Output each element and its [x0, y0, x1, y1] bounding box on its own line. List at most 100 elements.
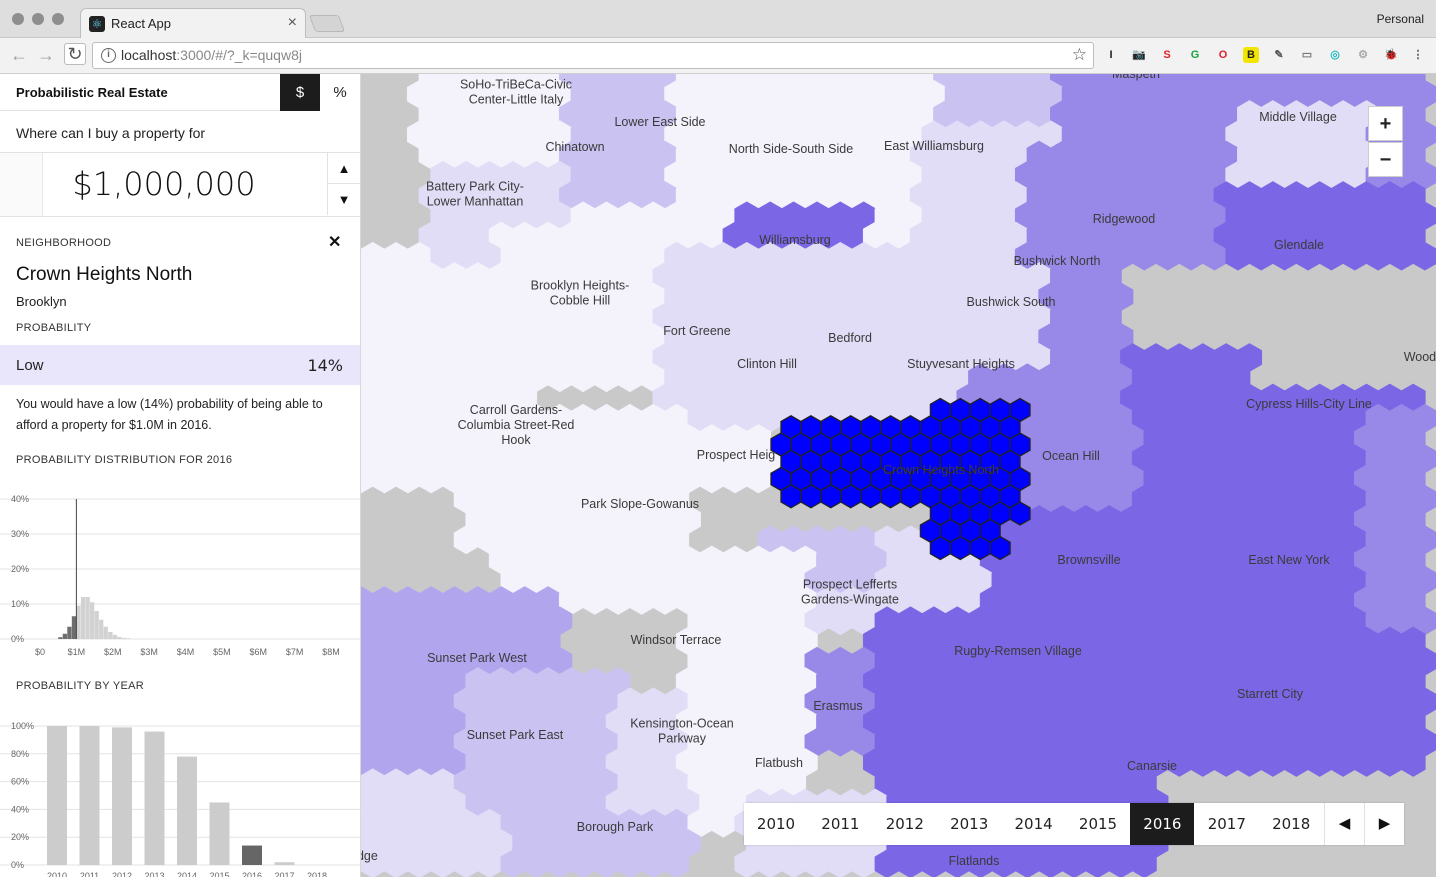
distribution-bar — [108, 632, 113, 639]
selected-hex-cell — [780, 484, 802, 509]
gear-icon[interactable]: ⚙ — [1355, 47, 1371, 63]
y-tick-label: 0% — [11, 860, 24, 870]
price-question: Where can I buy a property for — [16, 125, 206, 141]
neighborhood-label: NEIGHBORHOOD — [16, 237, 112, 249]
neighborhood-label: Bushwick North — [1014, 254, 1101, 268]
year-button-2014[interactable]: 2014 — [1002, 803, 1066, 845]
neighborhood-label: idge — [361, 849, 378, 863]
next-year-button[interactable]: ▶ — [1364, 803, 1404, 845]
x-tick-label: $3M — [140, 647, 158, 657]
neighborhood-label: Clinton Hill — [737, 357, 797, 371]
year-button-2012[interactable]: 2012 — [873, 803, 937, 845]
price-input[interactable]: $1,000,000 ▲ ▼ — [0, 152, 360, 217]
ext-i-icon[interactable]: I — [1103, 47, 1119, 63]
neighborhood-label: Maspeth — [1112, 74, 1160, 81]
price-input-gutter — [0, 153, 43, 216]
year-bar — [209, 802, 230, 865]
price-decrement-button[interactable]: ▼ — [327, 184, 360, 215]
menu-icon[interactable]: ⋮ — [1410, 47, 1426, 63]
distribution-bar — [76, 605, 81, 639]
x-tick-label: 2015 — [209, 871, 229, 877]
browser-toolbar: ← → ↻ i localhost:3000/#/?_k=quqw8j ☆ I 📷… — [0, 38, 1436, 74]
window-close-button[interactable] — [12, 13, 24, 25]
close-neighborhood-icon[interactable]: ✕ — [328, 232, 341, 252]
bookmark-star-icon[interactable]: ☆ — [1072, 45, 1087, 65]
hex-map-svg[interactable]: Maspeth SoHo-TriBeCa-Civic Center-Little I… — [361, 74, 1436, 877]
browser-tab[interactable]: ⚛ React App × — [80, 8, 306, 39]
x-tick-label: $2M — [104, 647, 122, 657]
price-increment-button[interactable]: ▲ — [327, 153, 360, 184]
neighborhood-label: Flatbush — [755, 756, 803, 770]
by-year-chart-svg: 0% 20% 40% 60% 80% 100% 2010 2011 2012 2013 2014 20… — [0, 721, 360, 877]
x-tick-label: $5M — [213, 647, 231, 657]
neighborhood-label: Starrett City — [1237, 687, 1304, 701]
dollar-mode-button[interactable]: $ — [280, 74, 320, 111]
distribution-bar — [94, 611, 99, 639]
neighborhood-label: Middle Village — [1259, 110, 1337, 124]
zoom-in-button[interactable]: + — [1368, 106, 1403, 141]
neighborhood-label: Ridgewood — [1093, 212, 1156, 226]
year-bar — [242, 845, 262, 865]
year-bar — [274, 862, 295, 865]
distribution-bar — [126, 638, 131, 639]
x-tick-label: 2016 — [242, 871, 262, 877]
previous-year-button[interactable]: ◀ — [1324, 803, 1364, 845]
neighborhood-label: Bedford — [828, 331, 872, 345]
percent-mode-button[interactable]: % — [320, 74, 360, 111]
year-button-2011[interactable]: 2011 — [808, 803, 872, 845]
year-button-2017[interactable]: 2017 — [1195, 803, 1259, 845]
browser-tab-bar: ⚛ React App × Personal — [0, 0, 1436, 39]
distribution-bar — [58, 637, 63, 639]
cast-icon[interactable]: ▭ — [1299, 47, 1315, 63]
back-arrow-icon[interactable]: ← — [10, 45, 28, 65]
year-button-2013[interactable]: 2013 — [937, 803, 1001, 845]
neighborhood-label: Flatlands — [949, 854, 1000, 868]
y-tick-label: 40% — [11, 494, 29, 504]
neighborhood-label: Chinatown — [545, 140, 604, 154]
target-icon[interactable]: ◎ — [1327, 47, 1343, 63]
address-bar[interactable]: i localhost:3000/#/?_k=quqw8j ☆ — [92, 42, 1094, 69]
ext-g-icon[interactable]: G — [1187, 47, 1203, 63]
hex-map[interactable]: Maspeth SoHo-TriBeCa-Civic Center-Little I… — [361, 74, 1436, 877]
reload-icon[interactable]: ↻ — [64, 43, 86, 65]
x-tick-label: 2013 — [144, 871, 164, 877]
neighborhood-label: Canarsie — [1127, 759, 1177, 773]
neighborhood-label: Brownsville — [1057, 553, 1120, 567]
x-tick-label: $6M — [249, 647, 267, 657]
price-value[interactable]: $1,000,000 — [44, 165, 284, 203]
opera-icon[interactable]: O — [1215, 47, 1231, 63]
zoom-out-button[interactable]: − — [1368, 142, 1403, 177]
camera-icon[interactable]: 📷 — [1131, 47, 1147, 63]
ext-b-icon[interactable]: B — [1243, 47, 1259, 63]
probability-summary: Low 14% — [0, 345, 360, 385]
forward-arrow-icon[interactable]: → — [37, 45, 55, 65]
new-tab-button[interactable] — [308, 15, 346, 32]
y-tick-label: 30% — [11, 529, 29, 539]
neighborhood-label: Williamsburg — [759, 233, 831, 247]
distribution-bar — [90, 602, 95, 639]
year-button-2015[interactable]: 2015 — [1066, 803, 1130, 845]
distribution-bar — [67, 626, 72, 639]
ext-s-icon[interactable]: S — [1159, 47, 1175, 63]
neighborhood-label: Rugby-Remsen Village — [954, 644, 1082, 658]
info-icon[interactable]: i — [101, 48, 116, 63]
year-button-2016[interactable]: 2016 — [1130, 803, 1195, 845]
distribution-bar — [121, 637, 127, 639]
year-button-2010[interactable]: 2010 — [744, 803, 808, 845]
profile-name[interactable]: Personal — [1377, 12, 1424, 26]
year-button-2018[interactable]: 2018 — [1259, 803, 1323, 845]
x-tick-label: 2018 — [307, 871, 327, 877]
window-zoom-button[interactable] — [52, 13, 64, 25]
x-tick-label: $7M — [286, 647, 304, 657]
pen-icon[interactable]: ✎ — [1271, 47, 1287, 63]
tab-close-icon[interactable]: × — [288, 14, 297, 32]
year-bar — [144, 731, 165, 865]
x-tick-label: 2012 — [112, 871, 132, 877]
probability-description: You would have a low (14%) probability o… — [16, 397, 323, 432]
y-tick-label: 20% — [11, 832, 29, 842]
year-bar — [177, 756, 197, 865]
bug-icon[interactable]: 🐞 — [1383, 47, 1399, 63]
by-year-title: PROBABILITY BY YEAR — [16, 680, 144, 692]
distribution-bar — [112, 634, 117, 639]
window-minimize-button[interactable] — [32, 13, 44, 25]
